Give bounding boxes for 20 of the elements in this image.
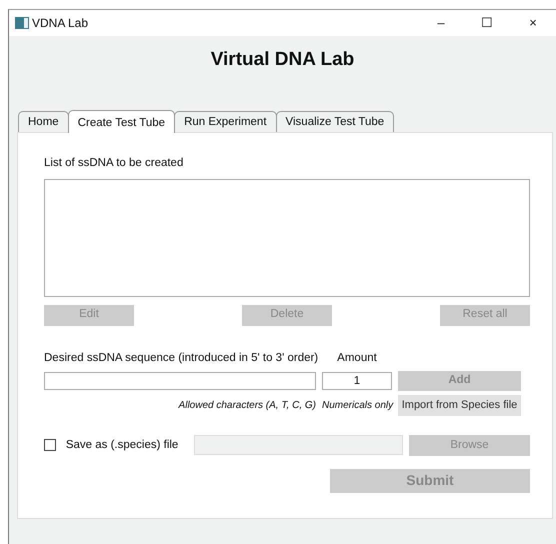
- save-label: Save as (.species) file: [66, 438, 180, 453]
- window-title: VDNA Lab: [32, 15, 88, 32]
- amount-hint: Numericals only: [322, 400, 394, 411]
- import-button[interactable]: Import from Species file: [398, 394, 521, 416]
- app-heading: Virtual DNA Lab: [210, 49, 354, 70]
- maximize-button[interactable]: ☐: [464, 13, 510, 33]
- close-button[interactable]: ×: [510, 13, 556, 33]
- tab[interactable]: Visualize Test Tube: [276, 111, 394, 132]
- amount-field[interactable]: 1: [322, 372, 392, 390]
- amount-label: Amount: [337, 352, 377, 364]
- tab[interactable]: Run Experiment: [174, 111, 277, 132]
- sequence-label: Desired ssDNA sequence (introduced in 5' to 3' order): [44, 352, 318, 364]
- tab[interactable]: Home: [18, 111, 69, 132]
- minimize-button[interactable]: –: [418, 13, 464, 33]
- save-checkbox[interactable]: [44, 439, 56, 452]
- list-label: List of ssDNA to be created: [44, 157, 184, 170]
- tab[interactable]: Create Test Tube: [68, 110, 176, 134]
- sequence-field[interactable]: [44, 372, 316, 390]
- app-icon: [15, 17, 29, 29]
- sequence-hint: Allowed characters (A, T, C, G): [178, 400, 316, 411]
